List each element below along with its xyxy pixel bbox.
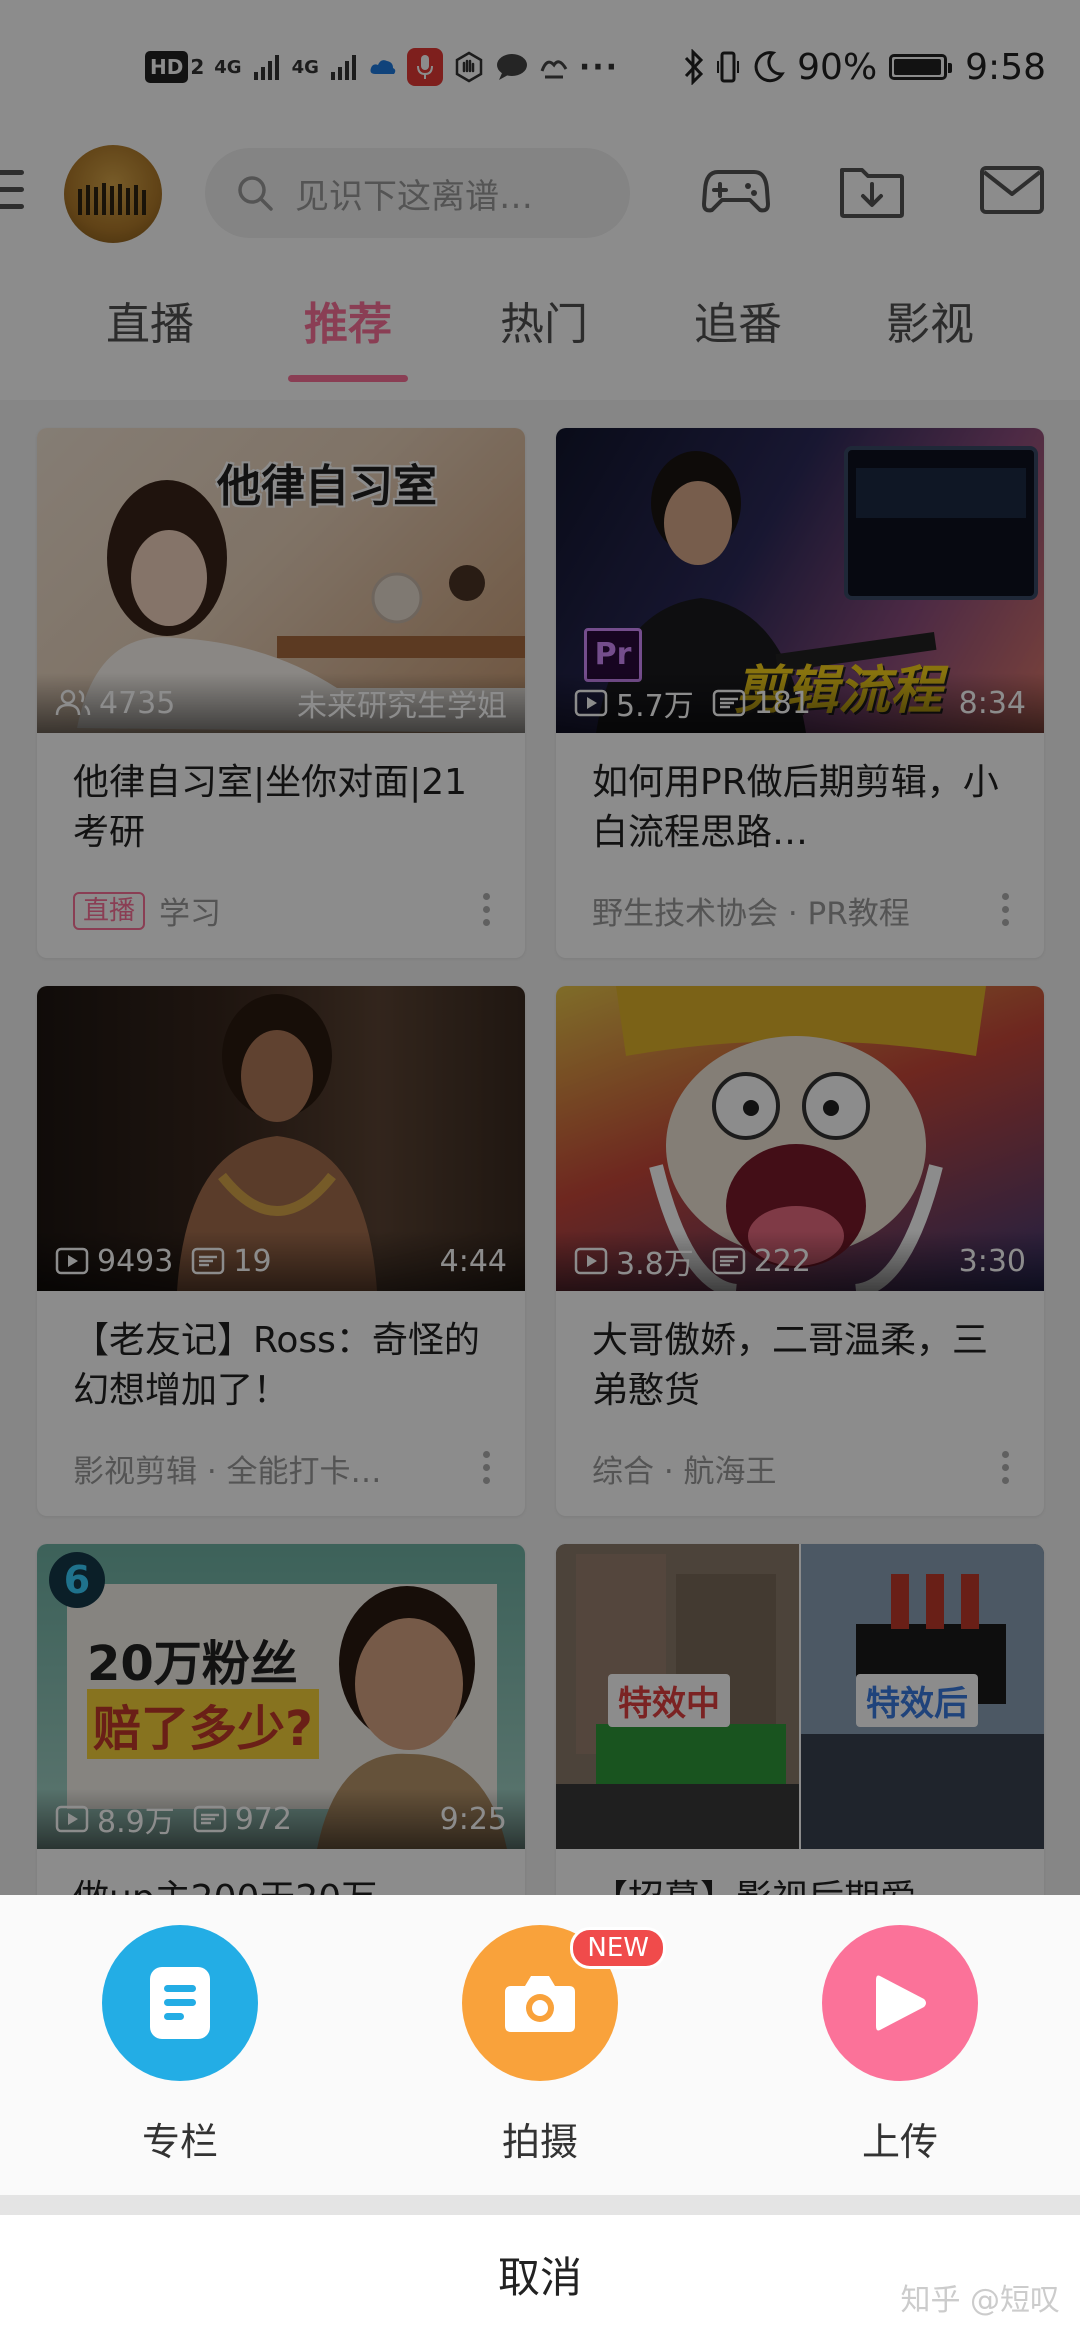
create-bottom-sheet: 专栏 NEW 拍摄 上传 取消 知乎 @短叹 (0, 1895, 1080, 2340)
shoot-button[interactable]: NEW 拍摄 (440, 1925, 666, 2166)
article-button[interactable]: 专栏 (80, 1925, 280, 2166)
upload-icon-circle[interactable] (822, 1925, 978, 2081)
upload-button[interactable]: 上传 (800, 1925, 1000, 2166)
modal-backdrop[interactable] (0, 0, 1080, 1895)
upload-label: 上传 (861, 2120, 938, 2164)
article-icon (150, 1967, 210, 2039)
article-icon-circle[interactable] (102, 1925, 258, 2081)
new-badge: NEW (570, 1927, 666, 1969)
camera-icon-circle[interactable]: NEW (462, 1925, 666, 2081)
play-icon (876, 1975, 926, 2031)
shoot-label: 拍摄 (501, 2120, 578, 2164)
watermark: 知乎 @短叹 (900, 2283, 1060, 2318)
article-label: 专栏 (141, 2120, 218, 2164)
camera-icon (505, 1976, 575, 2032)
sheet-divider (0, 2195, 1080, 2215)
